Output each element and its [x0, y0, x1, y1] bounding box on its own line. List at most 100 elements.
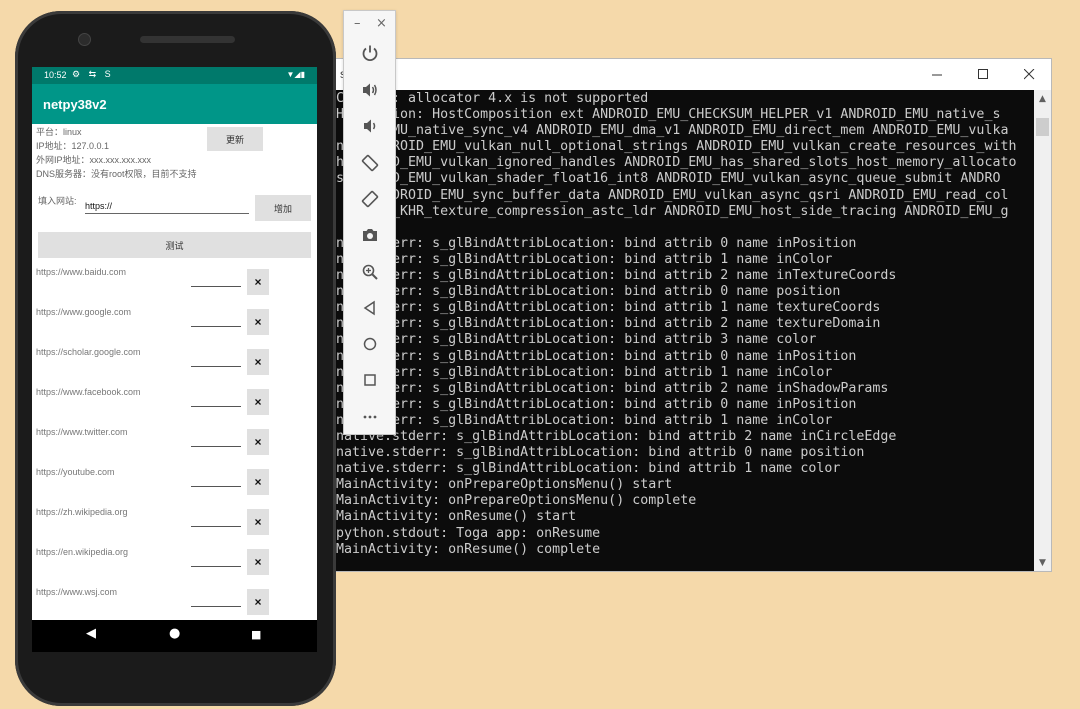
console-line: n stderr: s_glBindAttribLocation: bind a… [336, 251, 833, 267]
app-title: netpy38v2 [43, 97, 107, 112]
site-result-field [191, 326, 241, 327]
delete-site-button[interactable]: × [247, 469, 269, 495]
site-url: https://en.wikipedia.org [36, 547, 129, 557]
phone-screen: 10:52 ⚙ ⇆ S ▼◢▮ netpy38v2 平台：linux IP地址：… [32, 67, 317, 620]
rotate-right-icon[interactable] [355, 184, 385, 214]
site-result-field [191, 366, 241, 367]
console-titlebar[interactable]: sroid [334, 59, 1051, 90]
minimize-icon [931, 74, 942, 76]
delete-site-button[interactable]: × [247, 589, 269, 615]
site-url: https://www.wsj.com [36, 587, 118, 597]
console-line: n stderr: s_glBindAttribLocation: bind a… [336, 235, 857, 251]
site-url: https://www.facebook.com [36, 387, 141, 397]
maximize-button[interactable] [960, 59, 1006, 90]
site-url: https://www.google.com [36, 307, 132, 317]
console-line: n ANDROID_EMU_vulkan_null_optional_strin… [336, 139, 1017, 155]
console-line: n stderr: s_glBindAttribLocation: bind a… [336, 268, 897, 284]
site-result-field [191, 566, 241, 567]
console-line: n stderr: s_glBindAttribLocation: bind a… [336, 284, 841, 300]
delete-site-button[interactable]: × [247, 429, 269, 455]
console-line: C 4: allocator 4.x is not supported [336, 91, 649, 106]
minimize-button[interactable] [914, 59, 960, 90]
status-bar: 10:52 ⚙ ⇆ S ▼◢▮ [32, 67, 317, 84]
site-result-field [191, 446, 241, 447]
console-line: MainActivity: onPrepareOptionsMenu() sta… [336, 477, 673, 493]
console-line: H nection: HostComposition ext ANDROID_E… [336, 107, 1001, 123]
console-line: n stderr: s_glBindAttribLocation: bind a… [336, 380, 889, 396]
scroll-up-arrow[interactable]: ▲ [1034, 90, 1051, 107]
back-icon[interactable] [355, 293, 385, 323]
site-url: https://scholar.google.com [36, 347, 141, 357]
console-line: h ROID_EMU_vulkan_ignored_handles ANDROI… [336, 155, 1017, 171]
delete-site-button[interactable]: × [247, 309, 269, 335]
notification-icons: ⚙ ⇆ S [72, 69, 114, 79]
home-icon[interactable] [355, 329, 385, 359]
site-url: https://www.twitter.com [36, 427, 128, 437]
url-input[interactable] [85, 199, 249, 214]
earpiece-speaker [140, 36, 235, 43]
console-line: GL_KHR_texture_compression_astc_ldr ANDR… [336, 203, 1009, 219]
console-line: native.stderr: s_glBindAttribLocation: b… [336, 445, 865, 461]
console-line: n stderr: s_glBindAttribLocation: bind a… [336, 396, 857, 412]
add-button[interactable]: 增加 [255, 195, 311, 221]
toolbar-close-button[interactable]: × [376, 16, 387, 31]
site-result-field [191, 286, 241, 287]
nav-home-icon[interactable]: ● [169, 626, 180, 641]
delete-site-button[interactable]: × [247, 389, 269, 415]
console-line: n stderr: s_glBindAttribLocation: bind a… [336, 300, 881, 316]
platform-info: 平台：linux [36, 127, 82, 137]
console-line: ANDROID_EMU_sync_buffer_data ANDROID_EMU… [336, 187, 1009, 203]
site-result-field [191, 406, 241, 407]
close-icon [1023, 69, 1034, 80]
more-icon[interactable] [355, 401, 385, 431]
power-icon[interactable] [355, 38, 385, 68]
delete-site-button[interactable]: × [247, 269, 269, 295]
site-url: https://youtube.com [36, 467, 115, 477]
external-ip-info: 外网IP地址：xxx.xxx.xxx.xxx [36, 155, 152, 165]
signal-battery-icons: ▼◢▮ [286, 70, 305, 79]
console-line: MainActivity: onResume() start [336, 509, 577, 525]
console-line: n stderr: s_glBindAttribLocation: bind a… [336, 316, 881, 332]
console-line: n stderr: s_glBindAttribLocation: bind a… [336, 364, 833, 380]
rotate-left-icon[interactable] [355, 148, 385, 178]
nav-recents-icon[interactable]: ■ [251, 628, 261, 641]
volume-down-icon[interactable] [355, 111, 385, 141]
nav-back-icon[interactable]: ◀ [86, 626, 96, 641]
delete-site-button[interactable]: × [247, 549, 269, 575]
console-line: MainActivity: onResume() complete [336, 541, 601, 557]
ip-info: IP地址：127.0.0.1 [36, 141, 110, 151]
camera-icon[interactable] [355, 220, 385, 250]
close-button[interactable] [1006, 59, 1052, 90]
console-line: native.stderr: s_glBindAttribLocation: b… [336, 461, 841, 477]
site-result-field [191, 606, 241, 607]
console-line: s ROID_EMU_vulkan_shader_float16_int8 AN… [336, 171, 1001, 187]
test-button[interactable]: 测试 [38, 232, 311, 258]
scroll-down-arrow[interactable]: ▼ [1034, 554, 1051, 571]
console-scrollbar[interactable]: ▲ ▼ [1034, 90, 1051, 571]
overview-icon[interactable] [355, 365, 385, 395]
console-line: native.stderr: s_glBindAttribLocation: b… [336, 428, 897, 444]
dns-info: DNS服务器：没有root权限，目前不支持 [36, 169, 197, 179]
volume-up-icon[interactable] [355, 75, 385, 105]
console-window: sroid C 4: allocator 4.x is not supporte… [333, 58, 1052, 572]
console-line: n stderr: s_glBindAttribLocation: bind a… [336, 348, 857, 364]
site-url: https://zh.wikipedia.org [36, 507, 128, 517]
site-result-field [191, 486, 241, 487]
console-line: n stderr: s_glBindAttribLocation: bind a… [336, 412, 833, 428]
front-camera [78, 33, 91, 46]
emulator-toolbar: – × [343, 10, 396, 435]
maximize-icon [977, 69, 988, 79]
console-lines: C 4: allocator 4.x is not supported H nec… [336, 91, 1016, 558]
scroll-thumb[interactable] [1036, 118, 1049, 136]
status-time: 10:52 [44, 70, 67, 80]
console-line: MainActivity: onPrepareOptionsMenu() com… [336, 493, 697, 509]
refresh-button[interactable]: 更新 [207, 127, 263, 151]
app-bar: netpy38v2 [32, 84, 317, 124]
delete-site-button[interactable]: × [247, 349, 269, 375]
zoom-icon[interactable] [355, 257, 385, 287]
toolbar-minimize-button[interactable]: – [354, 16, 361, 31]
delete-site-button[interactable]: × [247, 509, 269, 535]
navigation-bar: ◀ ● ■ [32, 620, 317, 652]
console-output[interactable]: C 4: allocator 4.x is not supported H nec… [334, 90, 1034, 571]
